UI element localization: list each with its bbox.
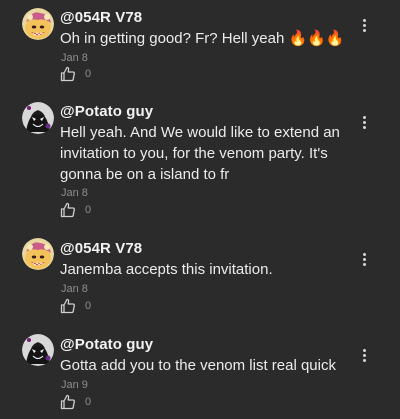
username[interactable]: @054R V78 xyxy=(60,240,142,257)
username[interactable]: @054R V78 xyxy=(60,9,142,26)
like-button[interactable]: 0 xyxy=(60,393,100,411)
like-count: 0 xyxy=(85,396,92,408)
comment-text: Oh in getting good? Fr? Hell yeah 🔥🔥🔥 xyxy=(60,30,345,47)
comment-date: Jan 8 xyxy=(61,187,88,199)
like-button[interactable]: 0 xyxy=(60,201,100,219)
more-options-button[interactable] xyxy=(356,250,372,268)
comment-date: Jan 8 xyxy=(61,52,88,64)
comment-text: Hell yeah. And We would like to extend a… xyxy=(60,124,340,183)
username[interactable]: @Potato guy xyxy=(60,336,153,353)
like-button[interactable]: 0 xyxy=(60,65,100,83)
more-options-button[interactable] xyxy=(356,113,372,131)
avatar[interactable] xyxy=(22,334,54,366)
comment-date: Jan 8 xyxy=(61,283,88,295)
more-options-button[interactable] xyxy=(356,346,372,364)
comment-text: Janemba accepts this invitation. xyxy=(60,261,273,278)
comment-text: Gotta add you to the venom list real qui… xyxy=(60,357,336,374)
thumbs-up-icon xyxy=(60,394,75,410)
username[interactable]: @Potato guy xyxy=(60,103,153,120)
more-vertical-icon xyxy=(362,252,366,256)
comment-thread: @054R V78 Oh in getting good? Fr? Hell y… xyxy=(0,0,400,419)
thumbs-up-icon xyxy=(60,66,75,82)
more-vertical-icon xyxy=(362,115,366,119)
more-options-button[interactable] xyxy=(356,16,372,34)
avatar[interactable] xyxy=(22,102,54,134)
more-vertical-icon xyxy=(362,348,366,352)
comment-date: Jan 9 xyxy=(61,379,88,391)
thumbs-up-icon xyxy=(60,202,75,218)
like-count: 0 xyxy=(85,204,92,216)
avatar[interactable] xyxy=(22,238,54,270)
like-count: 0 xyxy=(85,300,92,312)
avatar[interactable] xyxy=(22,8,54,40)
thumbs-up-icon xyxy=(60,298,75,314)
like-count: 0 xyxy=(85,68,92,80)
like-button[interactable]: 0 xyxy=(60,297,100,315)
more-vertical-icon xyxy=(362,18,366,22)
